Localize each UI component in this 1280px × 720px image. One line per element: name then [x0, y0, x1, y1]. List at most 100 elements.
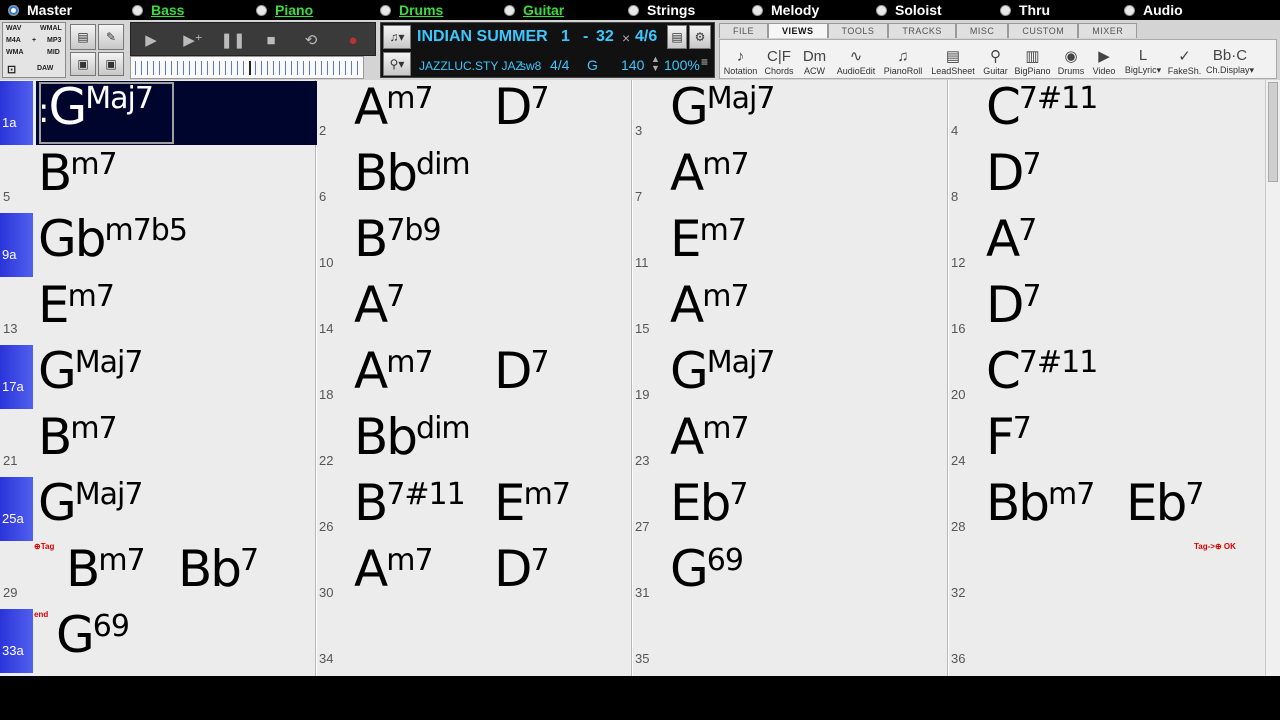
chord-symbol[interactable]: Am7 [354, 346, 434, 396]
tab-file[interactable]: FILE [719, 23, 769, 38]
track-master[interactable]: Master [8, 0, 72, 20]
chord-symbol[interactable]: Bm7 [66, 544, 146, 594]
track-piano[interactable]: Piano [256, 0, 313, 20]
bar-cell[interactable]: 2 Am7 D7 [316, 80, 632, 146]
tempo-percent[interactable]: 100% [664, 57, 700, 73]
mid-label[interactable]: MID [47, 49, 60, 56]
chord-symbol[interactable]: D7 [494, 544, 550, 594]
tempo[interactable]: 140 [621, 57, 644, 73]
track-radio-icon[interactable] [876, 4, 887, 16]
track-radio-icon[interactable] [628, 4, 639, 16]
chord-symbol[interactable]: B7#11 [354, 478, 466, 528]
song-menu-button[interactable]: ♫▾ [383, 25, 411, 49]
track-melody[interactable]: Melody [752, 0, 819, 20]
view-biglyric-button[interactable]: L BigLyric▾ [1120, 40, 1166, 78]
tag-marker[interactable]: Tag->⊕ OK [1194, 542, 1236, 551]
chord-symbol[interactable]: D7 [986, 280, 1042, 330]
m4a-label[interactable]: M4A [6, 37, 21, 44]
chord-symbol[interactable]: Am7 [354, 544, 434, 594]
view-leadsheet-button[interactable]: ▤ LeadSheet [926, 40, 980, 78]
song-position-ruler[interactable] [130, 56, 364, 79]
choruses[interactable]: 4/6 [635, 28, 657, 46]
chord-symbol[interactable]: G69 [670, 544, 744, 594]
track-radio-icon[interactable] [1000, 4, 1011, 16]
feel[interactable]: sw8 [520, 59, 541, 73]
chord-symbol[interactable]: A7 [986, 214, 1037, 264]
chord-symbol[interactable]: A7 [354, 280, 405, 330]
view-chdisplay-button[interactable]: Bb·C Ch.Display▾ [1203, 40, 1257, 78]
vertical-scrollbar[interactable] [1265, 80, 1280, 676]
save-as-button[interactable]: ▣ [98, 52, 124, 76]
chord-symbol[interactable]: Bb7 [178, 544, 259, 594]
bar-cell[interactable]: 5 Bm7 [0, 146, 316, 212]
key-signature[interactable]: G [587, 57, 598, 73]
chord-symbol[interactable]: Bbdim [354, 412, 471, 462]
track-strings[interactable]: Strings [628, 0, 695, 20]
bar-cell[interactable]: 22 Bbdim [316, 410, 632, 476]
bar-cell[interactable]: 14 A7 [316, 278, 632, 344]
chord-symbol[interactable]: Em7 [494, 478, 571, 528]
chord-symbol[interactable]: F7 [986, 412, 1032, 462]
song-title[interactable]: INDIAN SUMMER [417, 28, 548, 46]
bar-cell[interactable]: 32 Tag->⊕ OK [948, 542, 1264, 608]
search-style-button[interactable]: ⚲▾ [383, 52, 411, 76]
bar-cell[interactable]: 29 Bm7 Bb7 ⊕Tag [0, 542, 316, 608]
track-guitar[interactable]: Guitar [504, 0, 564, 20]
bar-cell[interactable]: 17a GMaj7 [0, 344, 316, 410]
bar-cell[interactable]: 27 Eb7 [632, 476, 948, 542]
bar-cell[interactable]: 18 Am7 D7 [316, 344, 632, 410]
tab-misc[interactable]: MISC [955, 23, 1009, 38]
view-video-button[interactable]: ▶ Video [1088, 40, 1120, 78]
bar-cell[interactable]: 24 F7 [948, 410, 1264, 476]
bar-cell[interactable]: 8 D7 [948, 146, 1264, 212]
track-radio-icon[interactable] [380, 4, 391, 16]
part-marker[interactable]: 25a [0, 477, 33, 541]
tempo-menu-icon[interactable]: ≡ [701, 55, 708, 69]
open-file-button[interactable]: ▤ [70, 24, 96, 50]
play-button[interactable]: ▶ [133, 26, 169, 54]
chord-symbol[interactable]: C7#11 [986, 346, 1098, 396]
chord-symbol[interactable]: C7#11 [986, 82, 1098, 132]
style-name[interactable]: JAZZLUC.STY JAZ [419, 59, 523, 73]
chord-symbol[interactable]: Am7 [354, 82, 434, 132]
chord-symbol[interactable]: GMaj7 [38, 346, 143, 396]
bar-cell[interactable]: 15 Am7 [632, 278, 948, 344]
track-radio-icon[interactable] [256, 4, 267, 16]
bar-cell[interactable]: 13 Em7 [0, 278, 316, 344]
bar-cell[interactable]: 25a GMaj7 [0, 476, 316, 542]
bar-cell[interactable]: 26 B7#11 Em7 [316, 476, 632, 542]
part-marker[interactable]: 9a [0, 213, 33, 277]
bar-cell[interactable]: 36 [948, 608, 1264, 674]
view-notation-button[interactable]: ♪ Notation [720, 40, 761, 78]
tag-marker[interactable]: ⊕Tag [34, 542, 54, 551]
track-radio-icon[interactable] [132, 4, 143, 16]
chord-symbol[interactable]: D7 [494, 346, 550, 396]
chord-symbol[interactable]: B7b9 [354, 214, 442, 264]
loop-button[interactable]: ⟲ [293, 26, 329, 54]
wav-label[interactable]: WAV [6, 25, 21, 32]
bar-cell[interactable]: 21 Bm7 [0, 410, 316, 476]
tag-marker[interactable]: end [34, 610, 48, 619]
track-radio-icon[interactable] [1124, 4, 1135, 16]
chord-symbol[interactable]: Am7 [670, 280, 750, 330]
bar-cell[interactable]: 16 D7 [948, 278, 1264, 344]
scrollbar-thumb[interactable] [1268, 82, 1278, 182]
view-drums-button[interactable]: ◉ Drums [1054, 40, 1088, 78]
bar-cell[interactable]: 11 Em7 [632, 212, 948, 278]
chord-symbol[interactable]: Em7 [38, 280, 115, 330]
bar-cell[interactable]: 1a:GMaj7 [0, 80, 317, 146]
part-marker[interactable]: 1a [0, 81, 33, 145]
daw-label[interactable]: DAW [37, 65, 53, 72]
chord-symbol[interactable]: :GMaj7 [38, 82, 154, 132]
play-from-button[interactable]: ▶⁺ [175, 26, 211, 54]
tab-mixer[interactable]: MIXER [1078, 23, 1138, 38]
range-end[interactable]: 32 [596, 28, 614, 46]
view-pianoroll-button[interactable]: ♫ PianoRoll [880, 40, 926, 78]
bar-cell[interactable]: 20 C7#11 [948, 344, 1264, 410]
tab-tools[interactable]: TOOLS [827, 23, 889, 38]
chord-symbol[interactable]: Eb7 [1126, 478, 1204, 528]
bar-cell[interactable]: 9a Gbm7b5 [0, 212, 316, 278]
bar-cell[interactable]: 4 C7#11 [948, 80, 1264, 146]
bar-cell[interactable]: 6 Bbdim [316, 146, 632, 212]
bar-cell[interactable]: 19 GMaj7 [632, 344, 948, 410]
